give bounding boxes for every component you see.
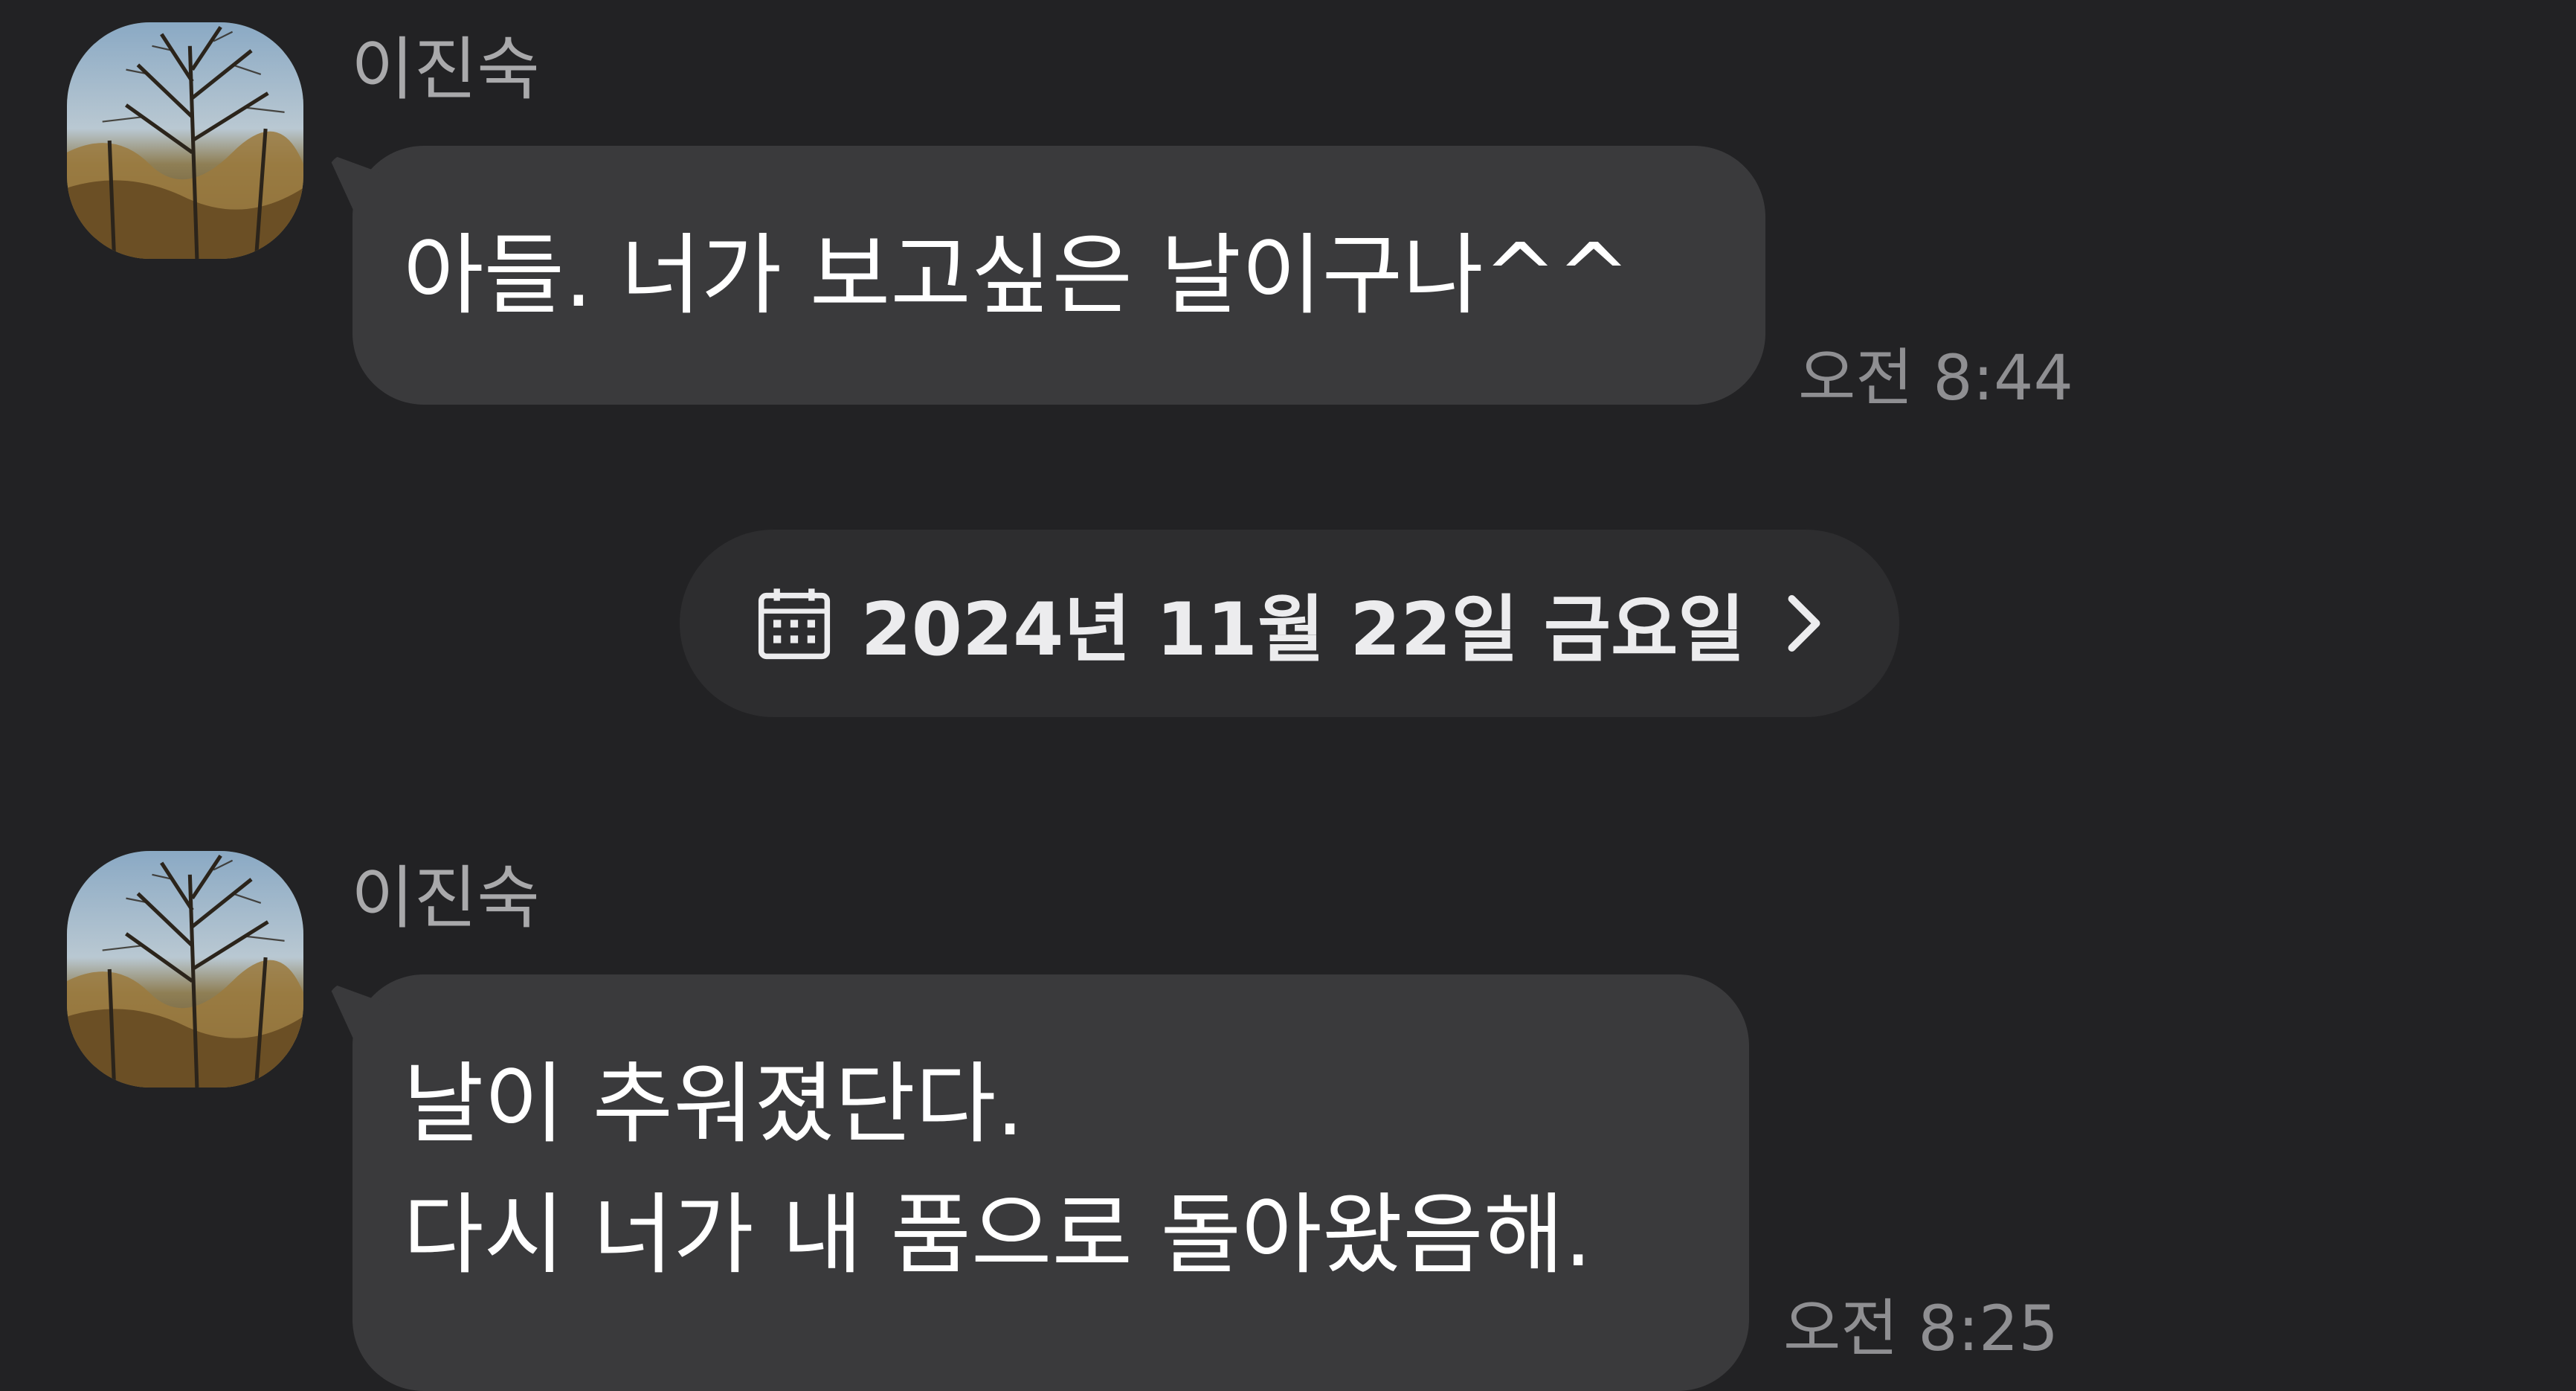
message-text: 날이 추워졌단다. 다시 너가 내 품으로 돌아왔음해. [403,1053,1592,1286]
message-time: 오전 8:44 [1798,341,2073,414]
date-separator[interactable]: 2024년 11월 22일 금요일 [680,530,1899,717]
calendar-icon [758,588,830,660]
message-text: 아들. 너가 보고싶은 날이구나^^ [403,224,1631,327]
chevron-right-icon [1788,595,1820,652]
date-separator-label: 2024년 11월 22일 금요일 [860,588,1745,672]
sender-avatar[interactable] [67,851,303,1088]
message-bubble[interactable]: 날이 추워졌단다. 다시 너가 내 품으로 돌아왔음해. [352,974,1749,1391]
message-bubble[interactable]: 아들. 너가 보고싶은 날이구나^^ [352,146,1765,405]
avatar-photo [67,851,303,1088]
sender-avatar[interactable] [67,22,303,259]
sender-name: 이진숙 [351,858,540,938]
message-time: 오전 8:25 [1783,1292,2058,1365]
avatar-photo [67,22,303,259]
chat-view: 이진숙 아들. 너가 보고싶은 날이구나^^ 오전 8:44 2024년 11월… [0,0,2576,1391]
sender-name: 이진숙 [351,30,540,109]
